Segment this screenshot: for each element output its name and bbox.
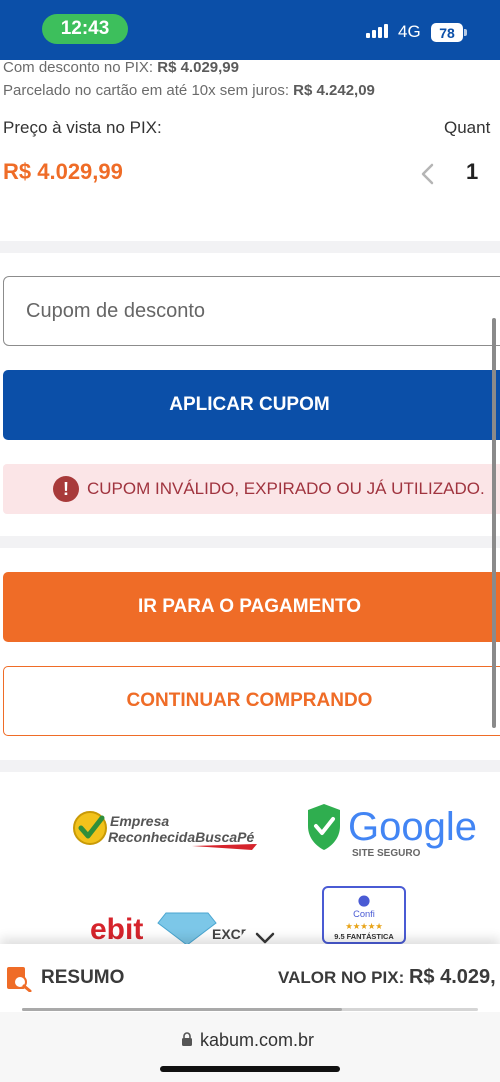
pix-price-label: Preço à vista no PIX:: [3, 118, 162, 137]
buscape-line1: Empresa: [110, 813, 169, 829]
chevron-left-icon[interactable]: [414, 160, 440, 188]
pix-discount-label: Com desconto no PIX:: [3, 59, 158, 76]
lock-icon: [182, 1032, 192, 1046]
status-bar: 12:43 4G 78: [0, 0, 500, 60]
summary-value: R$ 4.029,: [408, 966, 496, 988]
quantity-label: Quant: [444, 118, 491, 137]
google-safe-site-seal: Google SITE SEGURO: [308, 804, 477, 859]
google-text: Google: [348, 805, 477, 849]
chevron-down-icon[interactable]: [254, 930, 276, 946]
buscape-line2: ReconhecidaBuscaPé: [108, 829, 254, 845]
summary-receipt-icon: [7, 967, 32, 992]
pix-discount-line: Com desconto no PIX: R$ 4.029,99: [3, 59, 239, 76]
error-icon: !: [53, 476, 79, 502]
coupon-error-message: CUPOM INVÁLIDO, EXPIRADO OU JÁ UTILIZADO…: [87, 479, 485, 498]
summary-pix-value: VALOR NO PIX: R$ 4.029,: [278, 966, 496, 989]
coupon-input[interactable]: Cupom de desconto: [3, 276, 500, 346]
section-divider: [0, 241, 500, 253]
section-divider: [0, 536, 500, 548]
pix-discount-value: R$ 4.029,99: [157, 59, 239, 76]
svg-text:★★★★★: ★★★★★: [345, 921, 382, 931]
quantity-value: 1: [466, 159, 479, 184]
installment-value: R$ 4.242,09: [293, 82, 375, 99]
google-sub: SITE SEGURO: [352, 848, 421, 859]
ebit-text: ebit: [90, 913, 143, 945]
summary-label[interactable]: RESUMO: [41, 967, 124, 989]
coupon-error-alert: ! CUPOM INVÁLIDO, EXPIRADO OU JÁ UTILIZA…: [3, 464, 500, 514]
browser-url[interactable]: kabum.com.br: [200, 1030, 314, 1051]
page-load-progress: [22, 1008, 342, 1011]
confi-seal: Confi ★★★★★ 9.5 FANTÁSTICA: [322, 886, 406, 944]
status-time: 12:43: [42, 14, 128, 44]
battery-icon: 78: [431, 23, 467, 42]
apply-coupon-button[interactable]: APLICAR CUPOM: [3, 370, 500, 440]
scrollbar[interactable]: [492, 318, 496, 728]
cellular-signal-icon: [366, 24, 388, 38]
installment-label: Parcelado no cartão em até 10x sem juros…: [3, 82, 294, 99]
continue-shopping-button[interactable]: CONTINUAR COMPRANDO: [3, 666, 500, 736]
section-divider: [0, 760, 500, 772]
network-type: 4G: [398, 22, 421, 41]
summary-value-label: VALOR NO PIX:: [278, 968, 409, 987]
go-to-payment-button[interactable]: IR PARA O PAGAMENTO: [3, 572, 500, 642]
confi-score: 9.5 FANTÁSTICA: [334, 932, 394, 941]
buscape-seal: Empresa ReconhecidaBuscaPé: [73, 811, 257, 850]
home-indicator: [160, 1066, 340, 1072]
pix-price: R$ 4.029,99: [3, 159, 123, 184]
confi-brand: Confi: [353, 909, 375, 919]
installment-line: Parcelado no cartão em até 10x sem juros…: [3, 82, 375, 99]
